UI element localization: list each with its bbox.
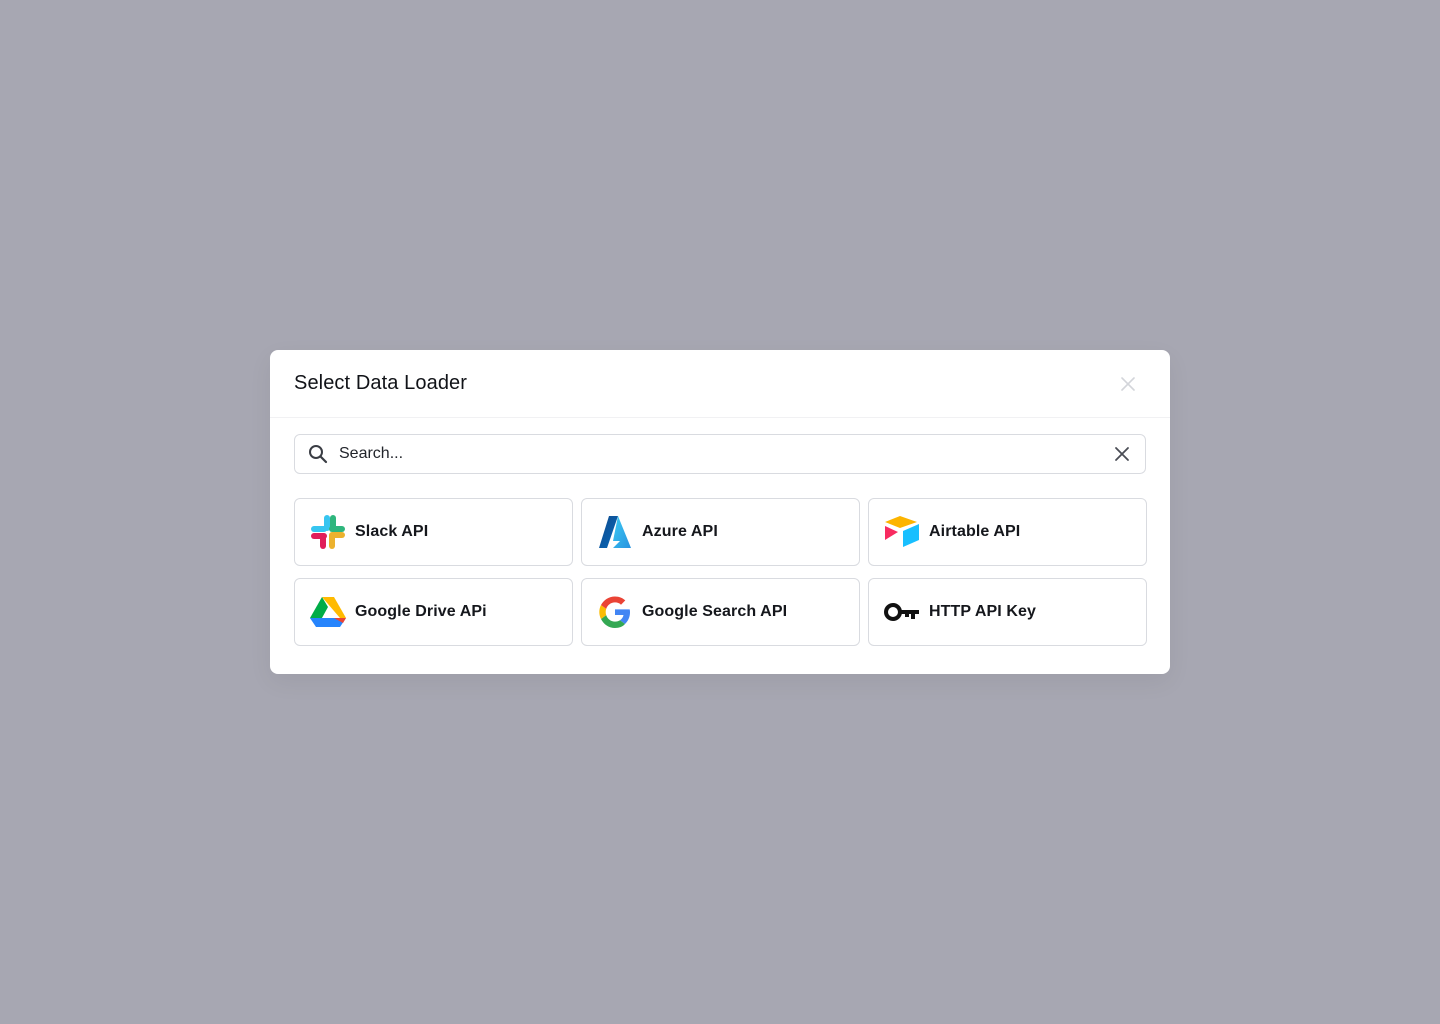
loader-card-google-search[interactable]: Google Search API <box>581 578 860 646</box>
search-icon <box>307 443 329 465</box>
loader-label: HTTP API Key <box>929 603 1037 620</box>
azure-icon <box>596 513 634 551</box>
loader-label: Airtable API <box>929 523 1021 540</box>
google-icon <box>596 593 634 631</box>
loader-label: Slack API <box>355 523 429 540</box>
search-input[interactable] <box>339 445 1111 463</box>
loader-grid: Slack API Azure API Airtable API Google … <box>294 498 1147 646</box>
modal-body: Slack API <box>270 418 1170 646</box>
slack-icon <box>309 513 347 551</box>
loader-label: Google Drive APi <box>355 603 487 620</box>
loader-card-slack[interactable]: Slack API <box>294 498 573 566</box>
loader-card-http-api-key[interactable]: HTTP API Key <box>868 578 1147 646</box>
clear-search-button[interactable] <box>1111 443 1133 465</box>
select-data-loader-modal: Select Data Loader Search... Slack API A… <box>270 350 1170 674</box>
close-icon <box>1121 376 1135 391</box>
loader-label: Azure API <box>642 523 718 540</box>
airtable-icon <box>883 513 921 551</box>
loader-card-google-drive[interactable]: Google Drive APi <box>294 578 573 646</box>
key-icon <box>883 593 921 631</box>
close-button[interactable] <box>1114 370 1142 398</box>
google-drive-icon <box>309 593 347 631</box>
modal-header: Select Data Loader <box>270 350 1170 418</box>
modal-title: Select Data Loader <box>294 372 468 394</box>
loader-card-airtable[interactable]: Airtable API <box>868 498 1147 566</box>
search-box <box>294 434 1146 474</box>
clear-icon <box>1115 447 1129 461</box>
loader-label: Google Search API <box>642 603 788 620</box>
loader-card-azure[interactable]: Azure API <box>581 498 860 566</box>
